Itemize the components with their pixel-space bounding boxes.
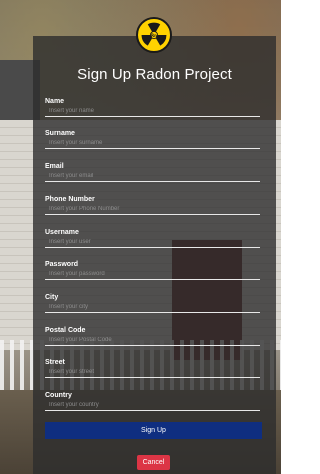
phone-number-label: Phone Number [45,196,95,203]
password-field: Password [45,260,260,280]
surname-label: Surname [45,130,75,137]
postal-code-input[interactable] [45,336,260,346]
username-label: Username [45,229,79,236]
surname-field: Surname [45,129,260,149]
email-input[interactable] [45,172,260,182]
password-input[interactable] [45,270,260,280]
logo-text: Rn [151,33,157,38]
country-field: Country [45,391,260,411]
radiation-icon: Rn [136,17,172,53]
street-field: Street [45,358,260,378]
postal-code-label: Postal Code [45,327,86,334]
page-title: Sign Up Radon Project [77,66,232,83]
sign-up-button[interactable]: Sign Up [45,422,262,439]
city-input[interactable] [45,303,260,313]
surname-input[interactable] [45,139,260,149]
country-input[interactable] [45,401,260,411]
phone-number-input[interactable] [45,205,260,215]
name-label: Name [45,98,65,105]
name-field: Name [45,97,260,117]
postal-code-field: Postal Code [45,326,260,346]
username-input[interactable] [45,238,260,248]
name-input[interactable] [45,107,260,117]
street-label: Street [45,359,65,366]
email-field: Email [45,162,260,182]
city-field: City [45,293,260,313]
street-input[interactable] [45,368,260,378]
email-label: Email [45,163,64,170]
cancel-button[interactable]: Cancel [137,455,170,470]
city-label: City [45,294,59,301]
country-label: Country [45,392,72,399]
phone-number-field: Phone Number [45,195,260,215]
password-label: Password [45,261,79,268]
username-field: Username [45,228,260,248]
